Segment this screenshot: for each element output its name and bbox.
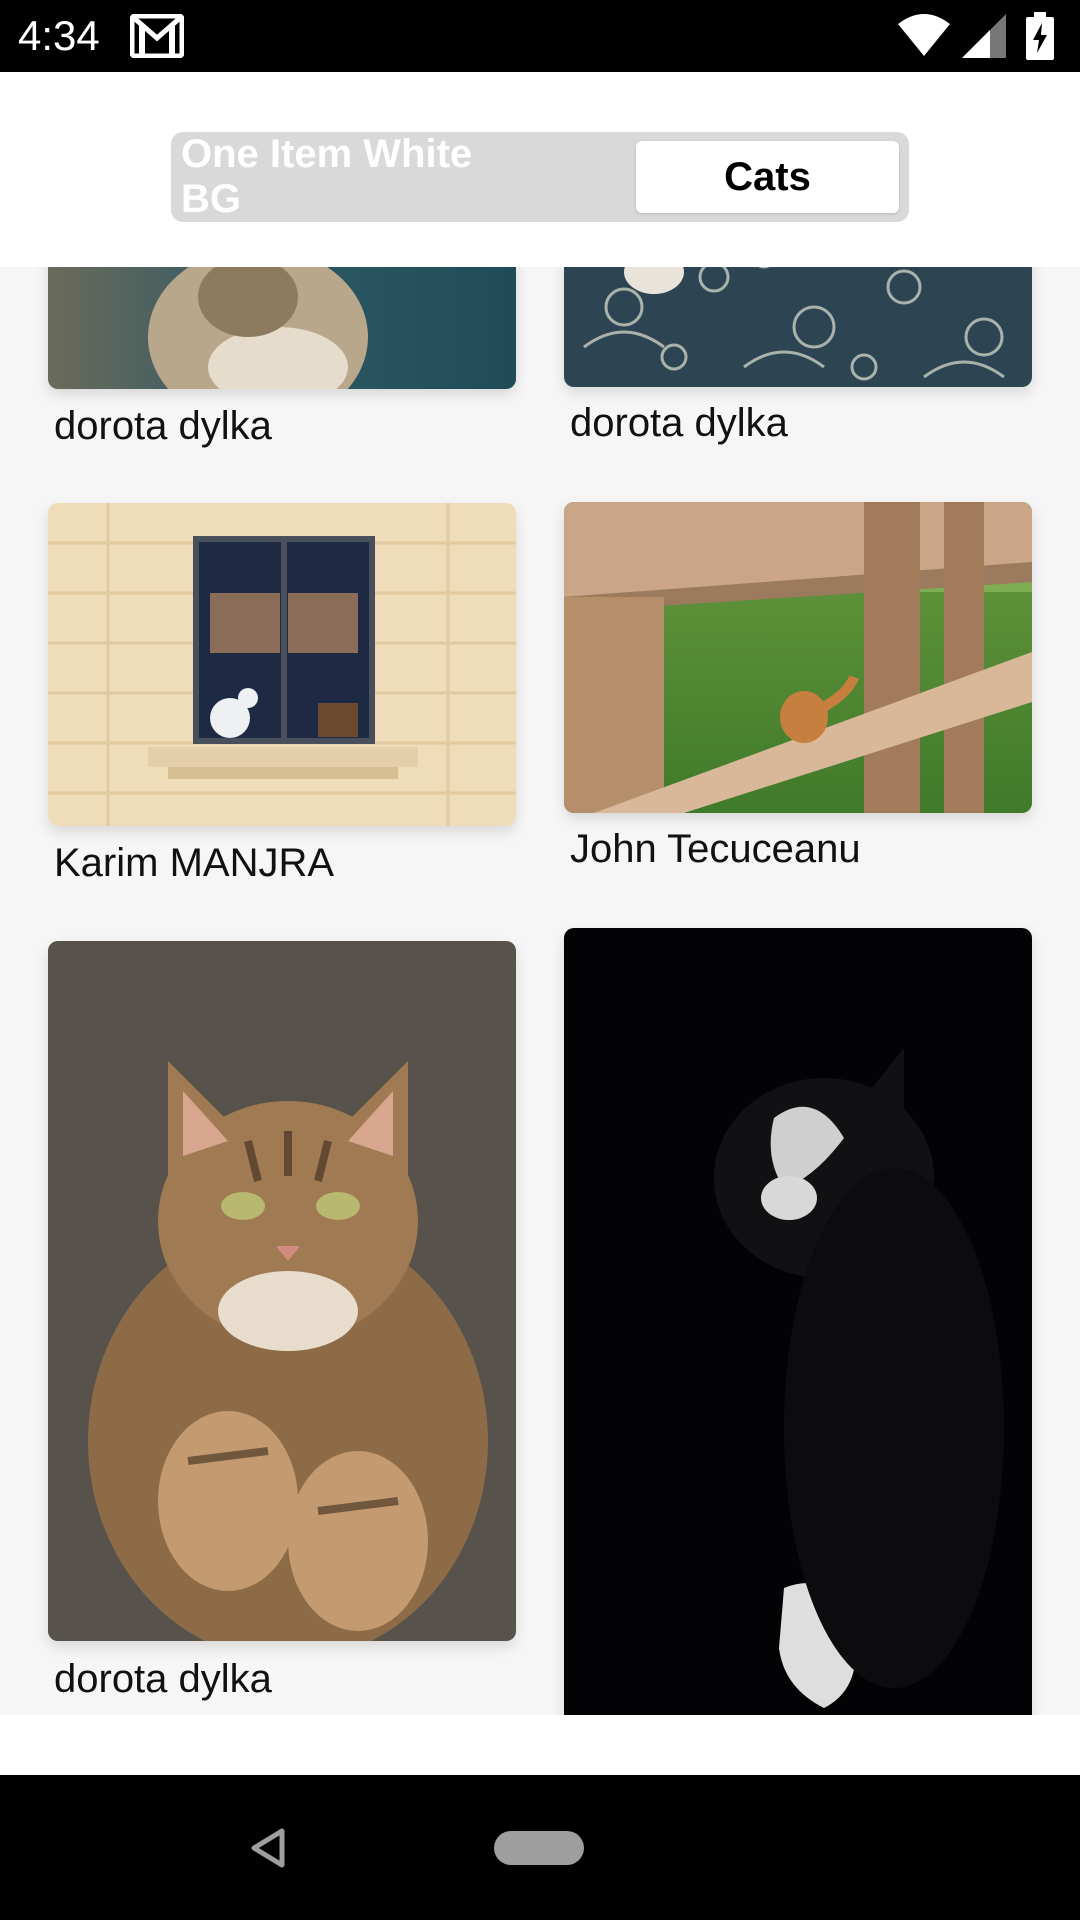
wifi-icon [898, 14, 950, 61]
bottom-spacer [0, 1715, 1080, 1775]
navigation-bar [0, 1775, 1080, 1920]
tab-cats[interactable]: Cats [636, 141, 899, 213]
cat-behind-fence-photo[interactable] [564, 502, 1032, 813]
header: One Item White BG Cats [0, 72, 1080, 267]
status-bar: 4:34 [0, 0, 1080, 72]
card-caption: dorota dylka [54, 1657, 272, 1701]
photo-grid[interactable]: dorota dylka dorota dylka Karim MANJRA J… [0, 267, 1080, 1715]
tabby-cat-lying-photo[interactable] [48, 941, 516, 1641]
back-icon[interactable] [248, 1827, 288, 1874]
tab-one-item-white-bg[interactable]: One Item White BG [181, 132, 541, 221]
fluffy-cat-photo[interactable] [48, 267, 516, 389]
card-caption: John Tecuceanu [570, 827, 861, 871]
app-screen: 4:34 One Item White BG Cats dorota dylka… [0, 0, 1080, 1920]
card-caption: Karim MANJRA [54, 841, 335, 885]
segmented-control: One Item White BG Cats [171, 132, 909, 222]
signal-icon [962, 14, 1006, 63]
gmail-icon [129, 13, 185, 63]
status-time: 4:34 [18, 12, 100, 59]
card-caption: dorota dylka [54, 404, 272, 448]
black-white-cat-in-dark-photo[interactable] [564, 928, 1032, 1715]
battery-charging-icon [1026, 12, 1054, 65]
card-caption: dorota dylka [570, 401, 788, 445]
cat-on-floral-blanket-photo[interactable] [564, 267, 1032, 387]
cat-in-window-photo[interactable] [48, 503, 516, 826]
home-pill-icon[interactable] [494, 1831, 584, 1865]
